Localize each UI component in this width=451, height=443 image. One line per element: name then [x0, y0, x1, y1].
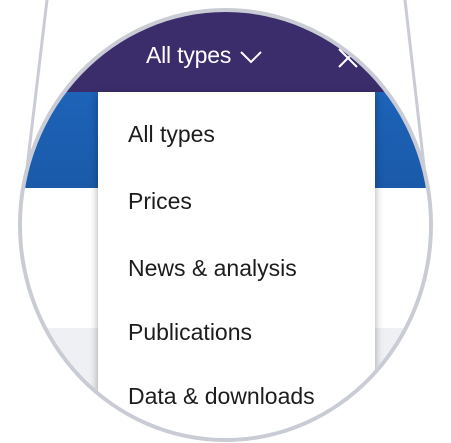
filter-header-bar: All types: [22, 12, 429, 92]
type-filter-menu: All types Prices News & analysis Publica…: [98, 92, 375, 438]
type-filter-selected-label: All types: [146, 42, 232, 68]
lens-content: All types All types Prices News & analys…: [22, 12, 429, 438]
menu-item-prices[interactable]: Prices: [128, 188, 192, 215]
menu-item-news-analysis[interactable]: News & analysis: [128, 255, 297, 282]
type-filter-dropdown[interactable]: All types: [146, 42, 263, 69]
magnifier-lens: All types All types Prices News & analys…: [22, 12, 429, 438]
chevron-down-icon: [240, 50, 262, 63]
menu-item-all-types[interactable]: All types: [128, 121, 215, 148]
magnified-view: All types All types Prices News & analys…: [0, 0, 451, 443]
menu-item-data-downloads[interactable]: Data & downloads: [128, 383, 315, 410]
close-icon[interactable]: [336, 46, 360, 70]
menu-item-publications[interactable]: Publications: [128, 319, 252, 346]
